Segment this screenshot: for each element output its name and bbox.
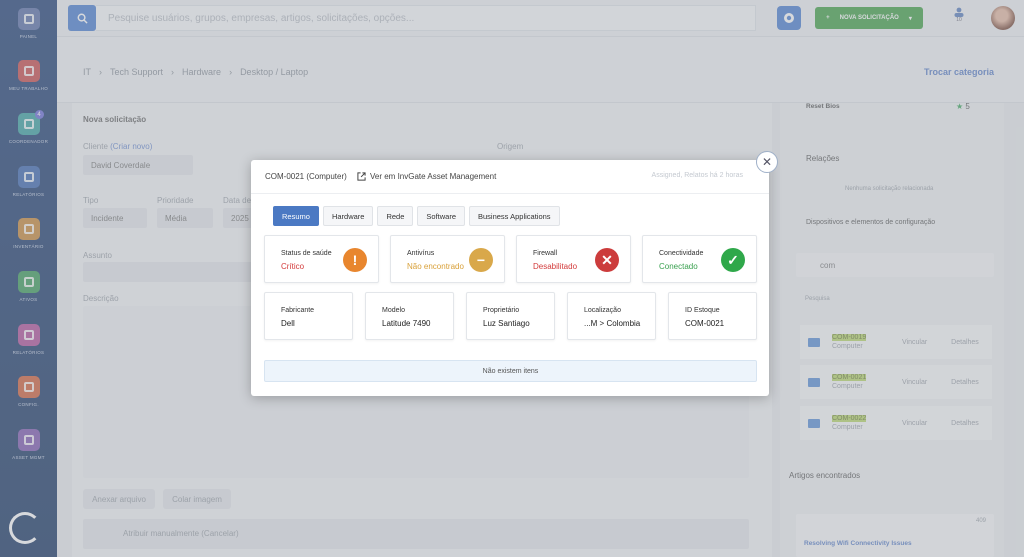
status-card: Antivírus Não encontrado − [390,235,505,283]
tab-rede[interactable]: Rede [377,206,414,226]
status-card-label: Firewall [533,250,558,257]
info-card-value: Dell [281,319,295,328]
exclamation-icon: ! [343,248,367,272]
info-card-value: Latitude 7490 [382,319,431,328]
x-icon: ✕ [595,248,619,272]
info-card: Modelo Latitude 7490 [365,292,454,340]
check-icon: ✓ [721,248,745,272]
info-card-label: Modelo [382,307,405,314]
tab-software[interactable]: Software [417,206,465,226]
status-card: Status de saúde Crítico! [264,235,379,283]
view-in-asset-management-link[interactable]: Ver em InvGate Asset Management [357,172,496,181]
modal-header: COM-0021 (Computer) Ver em InvGate Asset… [251,160,769,194]
status-card-value: Desabilitado [533,262,578,271]
info-card-label: ID Estoque [685,307,720,314]
asset-id-title: COM-0021 (Computer) [265,172,347,181]
info-card-label: Localização [584,307,621,314]
info-card-value: COM-0021 [685,319,725,328]
asset-detail-modal: COM-0021 (Computer) Ver em InvGate Asset… [251,160,769,396]
minus-icon: − [469,248,493,272]
external-link-icon [357,172,366,181]
info-card-label: Fabricante [281,307,315,314]
tab-business-applications[interactable]: Business Applications [469,206,560,226]
info-card: Proprietário Luz Santiago [466,292,555,340]
status-card: Conectividade Conectado ✓ [642,235,757,283]
tab-hardware[interactable]: Hardware [322,206,374,226]
status-card-label: Conectividade [659,250,704,257]
close-icon: ✕ [761,155,773,169]
modal-tabs: Resumo Hardware Rede Software Business Appli… [273,206,560,226]
info-card-value: Luz Santiago [483,319,530,328]
status-card-label: Antivírus [407,250,435,257]
info-card: Fabricante Dell [264,292,353,340]
info-card-value: ...M > Colombia [584,319,641,328]
empty-message: Não existem itens [264,360,757,382]
status-card-value: Não encontrado [407,262,464,271]
assigned-status: Assigned, Relatos há 2 horas [651,172,743,179]
info-card: Localização ...M > Colombia [567,292,656,340]
close-modal-button[interactable]: ✕ [756,151,778,173]
status-card-value: Conectado [659,262,698,271]
status-card-label: Status de saúde [281,250,332,257]
tab-resumo[interactable]: Resumo [273,206,319,226]
info-card: ID Estoque COM-0021 [668,292,757,340]
status-card-value: Crítico [281,262,305,271]
status-card: Firewall Desabilitado ✕ [516,235,631,283]
info-card-label: Proprietário [483,307,520,314]
